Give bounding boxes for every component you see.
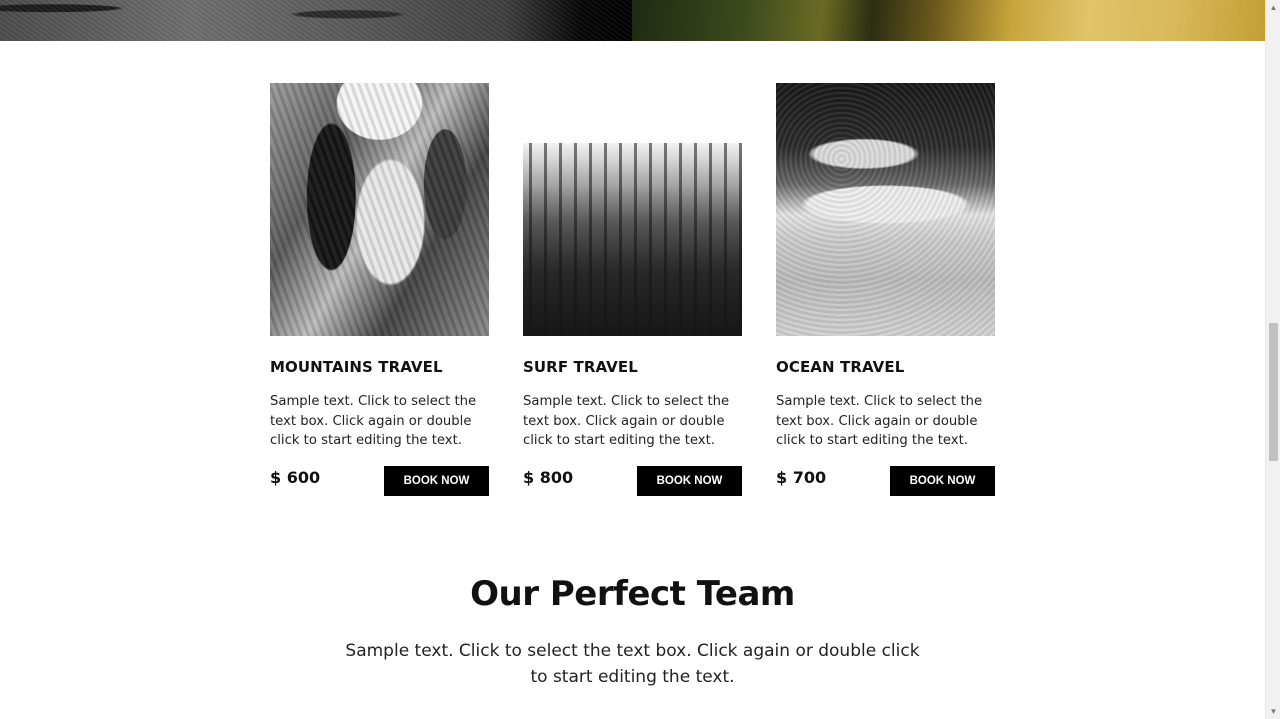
- card-title: SURF TRAVEL: [523, 358, 638, 376]
- ocean-image: [776, 83, 995, 336]
- card-price: $ 800: [523, 468, 574, 487]
- team-section-title: Our Perfect Team: [470, 574, 795, 614]
- forest-image: [523, 83, 742, 336]
- travel-card-ocean: OCEAN TRAVEL Sample text. Click to selec…: [776, 83, 995, 497]
- card-footer: $ 600 BOOK NOW: [270, 466, 489, 497]
- hero-image-leaf: [632, 0, 1265, 41]
- card-title: OCEAN TRAVEL: [776, 358, 905, 376]
- hero-image-rock: [0, 0, 632, 41]
- team-section-text: Sample text. Click to select the text bo…: [345, 641, 920, 687]
- card-footer: $ 800 BOOK NOW: [523, 466, 742, 497]
- book-now-button[interactable]: BOOK NOW: [637, 466, 742, 496]
- card-price: $ 700: [776, 468, 827, 487]
- card-description: Sample text. Click to select the text bo…: [270, 394, 477, 449]
- scrollbar-thumb[interactable]: [1269, 323, 1278, 461]
- card-description: Sample text. Click to select the text bo…: [776, 394, 983, 449]
- canyon-image: [270, 83, 489, 336]
- card-description: Sample text. Click to select the text bo…: [523, 394, 730, 449]
- card-footer: $ 700 BOOK NOW: [776, 466, 995, 497]
- hero-image-strip: [0, 0, 1265, 41]
- travel-card-mountains: MOUNTAINS TRAVEL Sample text. Click to s…: [270, 83, 489, 497]
- travel-card-surf: SURF TRAVEL Sample text. Click to select…: [523, 83, 742, 497]
- scroll-down-icon[interactable]: ▼: [1266, 704, 1280, 719]
- card-title: MOUNTAINS TRAVEL: [270, 358, 443, 376]
- book-now-button[interactable]: BOOK NOW: [890, 466, 995, 496]
- travel-cards: MOUNTAINS TRAVEL Sample text. Click to s…: [270, 83, 995, 503]
- book-now-button[interactable]: BOOK NOW: [384, 466, 489, 496]
- card-price: $ 600: [270, 468, 321, 487]
- scroll-up-icon[interactable]: ▲: [1266, 0, 1280, 15]
- page-scrollbar[interactable]: ▲ ▼: [1265, 0, 1280, 719]
